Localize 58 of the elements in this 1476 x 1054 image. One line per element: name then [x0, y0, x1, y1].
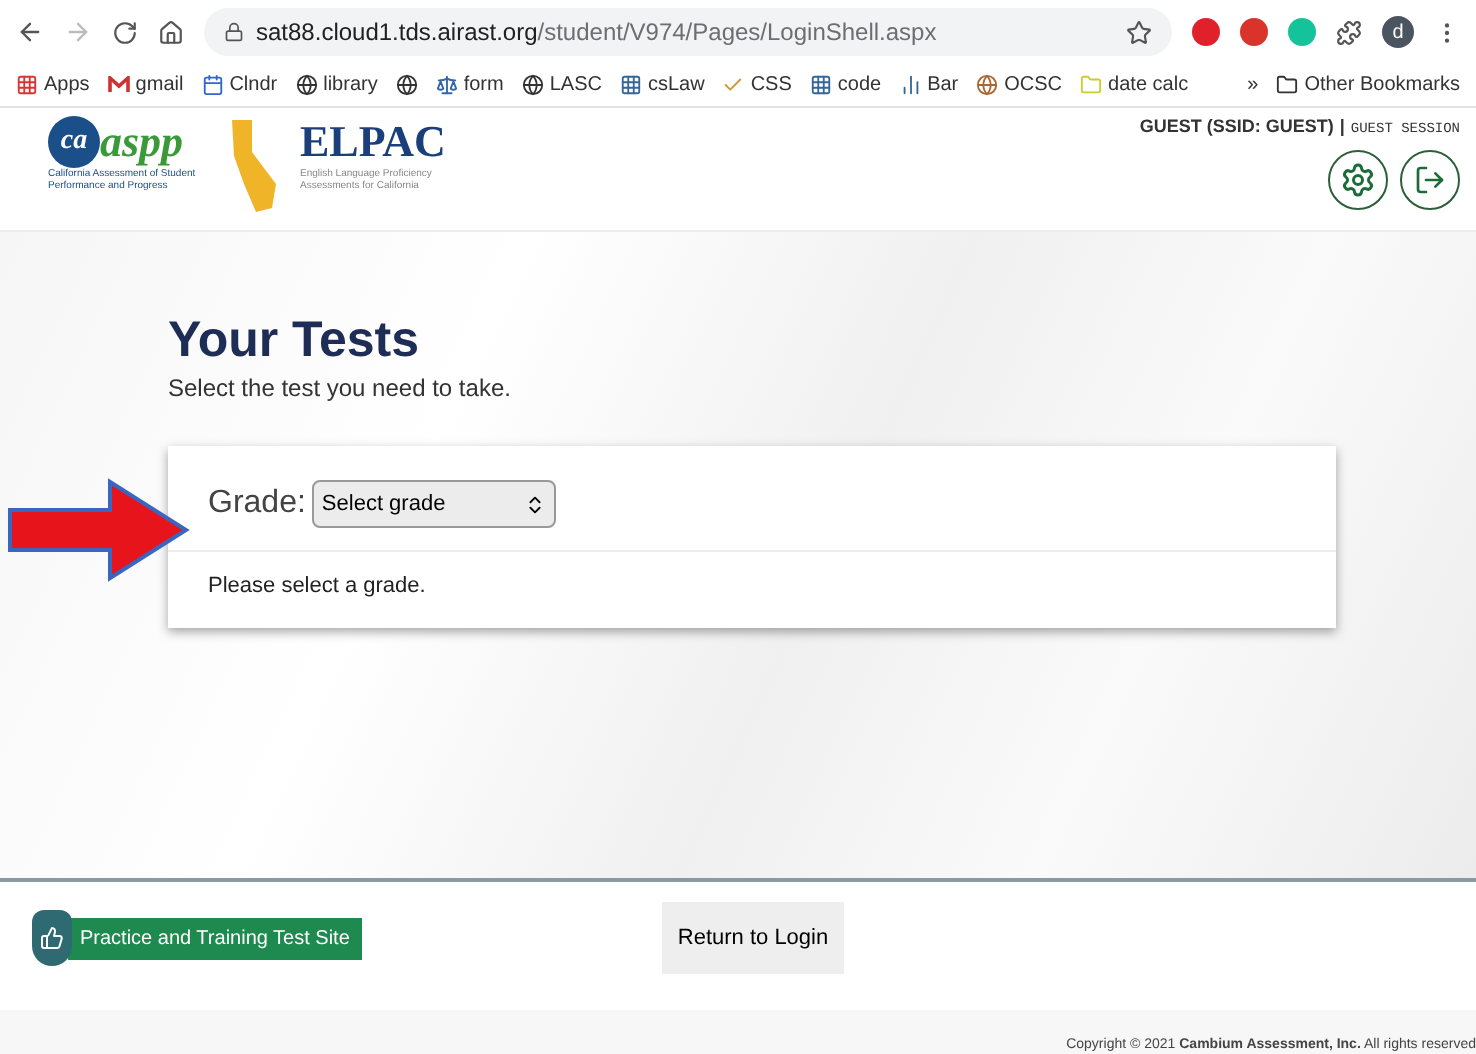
user-label: GUEST (SSID: GUEST) — [1139, 116, 1334, 136]
bookmark-item[interactable]: CSS — [722, 74, 792, 96]
folder-icon — [1276, 74, 1299, 96]
grade-label: Grade: — [208, 486, 306, 522]
lock-icon — [224, 22, 244, 42]
back-icon[interactable] — [16, 18, 44, 46]
star-icon[interactable] — [1126, 19, 1152, 45]
extension-icon[interactable] — [1240, 18, 1268, 46]
return-to-login-button[interactable]: Return to Login — [661, 902, 845, 974]
bookmark-item[interactable]: gmail — [107, 74, 184, 96]
bookmark-icon — [976, 74, 999, 96]
mail-icon — [107, 76, 130, 94]
bookmark-item[interactable]: OCSC — [976, 74, 1063, 96]
page-subtitle: Select the test you need to take. — [168, 374, 513, 402]
bookmark-icon — [1080, 74, 1103, 96]
profile-avatar[interactable]: d — [1382, 16, 1414, 48]
bookmark-item[interactable] — [395, 74, 418, 96]
bookmark-item[interactable]: code — [809, 74, 882, 96]
bookmark-icon — [201, 74, 224, 96]
bookmark-icon — [521, 74, 544, 96]
gear-icon — [1340, 162, 1376, 198]
bookmark-item[interactable]: csLaw — [619, 74, 705, 96]
puzzle-icon[interactable] — [1336, 19, 1362, 45]
bookmark-item[interactable]: LASC — [521, 74, 602, 96]
elpac-logo: ELPAC — [300, 116, 446, 168]
bookmark-icon — [395, 74, 418, 96]
extension-icon[interactable] — [1192, 18, 1220, 46]
other-bookmarks[interactable]: Other Bookmarks — [1276, 74, 1460, 96]
california-map-icon — [228, 116, 280, 216]
bookmark-icon — [899, 74, 922, 96]
bookmark-item[interactable]: Bar — [899, 74, 959, 96]
address-bar[interactable]: sat88.cloud1.tds.airast.org/student/V974/Pages/LoginShell.aspx — [204, 8, 1172, 56]
settings-button[interactable] — [1328, 150, 1388, 210]
grid-icon — [16, 74, 38, 96]
bookmark-item[interactable]: date calc — [1080, 74, 1189, 96]
bookmark-item[interactable]: Clndr — [201, 74, 278, 96]
chevrons-icon — [523, 493, 546, 515]
url-text: sat88.cloud1.tds.airast.org/student/V974/Pages/LoginShell.aspx — [256, 18, 937, 46]
home-icon[interactable] — [158, 19, 184, 45]
bookmark-icon — [435, 74, 458, 96]
reload-icon[interactable] — [112, 19, 138, 45]
grade-select[interactable]: Select grade — [311, 480, 556, 528]
bookmark-item[interactable]: form — [435, 74, 504, 96]
separator: | — [1339, 116, 1345, 136]
thumbs-up-icon — [32, 910, 72, 966]
more-bookmarks[interactable]: » — [1247, 74, 1259, 96]
bookmark-item[interactable]: Apps — [16, 74, 90, 96]
bookmark-icon — [619, 74, 642, 96]
grade-message: Please select a grade. — [206, 572, 428, 602]
bookmark-icon — [809, 74, 832, 96]
page-title: Your Tests — [168, 312, 421, 370]
bookmark-icon — [295, 74, 318, 96]
arrow-icon — [6, 478, 190, 582]
logout-icon — [1414, 164, 1446, 196]
bookmark-icon — [722, 74, 745, 96]
bookmark-item[interactable]: library — [295, 74, 378, 96]
caaspp-logo: ca aspp — [48, 116, 208, 168]
logout-button[interactable] — [1400, 150, 1460, 210]
